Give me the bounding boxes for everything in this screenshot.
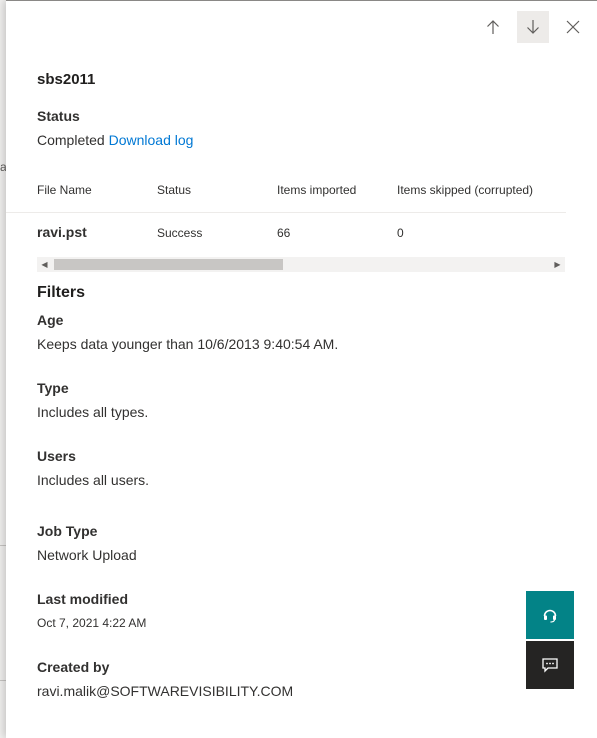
feedback-icon (542, 658, 558, 673)
details-panel: sbs2011 Status Completed Download log Fi… (6, 0, 597, 738)
scrollbar-thumb[interactable] (54, 259, 283, 270)
column-header-file-name[interactable]: File Name (37, 183, 92, 197)
type-value: Includes all types. (37, 404, 149, 420)
status-label: Status (37, 108, 80, 124)
scroll-right-icon[interactable]: ▶ (550, 257, 565, 272)
column-header-items-skipped[interactable]: Items skipped (corrupted) (397, 183, 533, 197)
help-button[interactable] (526, 591, 574, 639)
arrow-up-icon (487, 20, 499, 34)
panel-title: sbs2011 (37, 71, 96, 88)
column-header-status[interactable]: Status (157, 183, 191, 197)
column-header-items-imported[interactable]: Items imported (277, 183, 356, 197)
cell-status: Success (157, 226, 203, 240)
table-header-divider (6, 212, 566, 213)
type-label: Type (37, 380, 69, 396)
users-label: Users (37, 448, 76, 464)
status-row: Completed Download log (37, 132, 193, 148)
status-value: Completed (37, 132, 105, 148)
created-by-value: ravi.malik@SOFTWAREVISIBILITY.COM (37, 683, 294, 699)
job-type-label: Job Type (37, 523, 98, 539)
close-icon (566, 20, 580, 34)
job-type-value: Network Upload (37, 547, 137, 563)
last-modified-label: Last modified (37, 591, 129, 607)
cell-items-imported: 66 (277, 226, 291, 240)
headset-icon (543, 609, 557, 623)
users-value: Includes all users. (37, 472, 150, 488)
next-item-button[interactable] (517, 11, 549, 43)
previous-item-button[interactable] (477, 11, 509, 43)
age-value: Keeps data younger than 10/6/2013 9:40:5… (37, 336, 339, 352)
cell-file-name: ravi.pst (37, 224, 87, 240)
last-modified-value: Oct 7, 2021 4:22 AM (37, 616, 147, 630)
close-button[interactable] (557, 11, 589, 43)
created-by-label: Created by (37, 659, 110, 675)
horizontal-scrollbar[interactable]: ◀ ▶ (37, 257, 565, 272)
cell-items-skipped: 0 (397, 226, 404, 240)
feedback-button[interactable] (526, 641, 574, 689)
arrow-down-icon (527, 20, 539, 34)
filters-heading: Filters (37, 284, 86, 301)
scroll-left-icon[interactable]: ◀ (37, 257, 52, 272)
age-label: Age (37, 312, 64, 328)
download-log-link[interactable]: Download log (109, 132, 194, 148)
